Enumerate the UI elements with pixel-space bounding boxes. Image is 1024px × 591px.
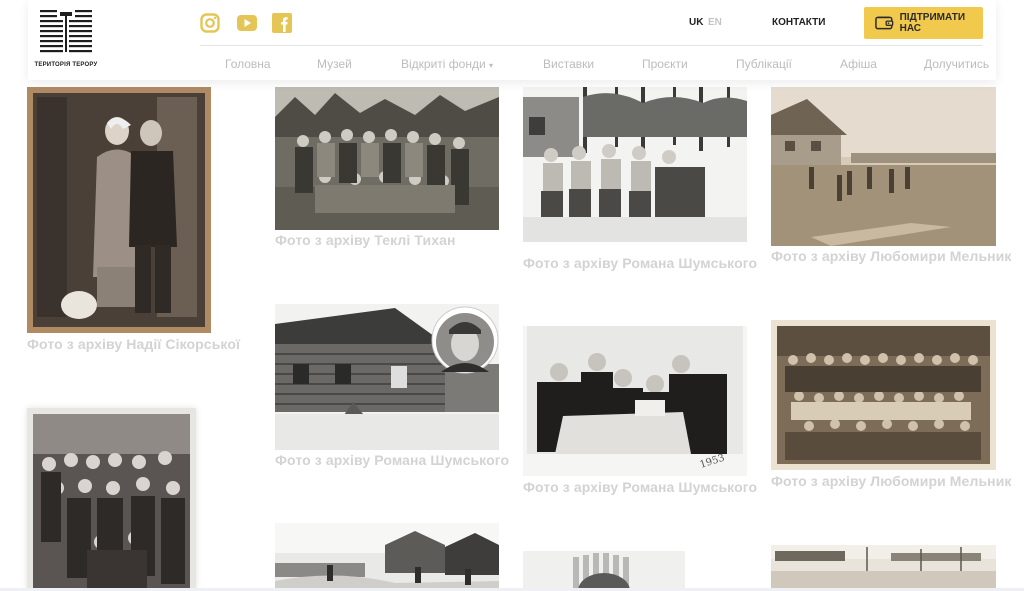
nav-item-open-funds-label: Відкриті фонди <box>401 57 486 71</box>
photo-caption: Фото з архіву Любомири Мельник <box>771 473 1012 489</box>
men-sitting-photo[interactable] <box>523 87 747 242</box>
youtube-icon[interactable] <box>236 13 258 33</box>
nav-item-projects[interactable]: Проєкти <box>642 57 688 71</box>
large-group-photo[interactable] <box>771 320 996 470</box>
wedding-portrait-photo[interactable] <box>27 87 211 333</box>
site-logo[interactable]: ТЕРИТОРІЯ ТЕРОРУ <box>35 8 97 72</box>
logo-text: ТЕРИТОРІЯ ТЕРОРУ <box>34 62 98 68</box>
lang-uk[interactable]: UK <box>689 17 703 28</box>
photo-caption: Фото з архіву Романа Шумського <box>523 479 758 495</box>
photo-caption: Фото з архіву Любомири Мельник <box>771 248 1012 264</box>
site-header: ТЕРИТОРІЯ ТЕРОРУ UK EN КОНТАКТИ ПІДТРИМА… <box>28 0 996 80</box>
photo-caption: Фото з архіву Надії Сікорської <box>27 336 241 352</box>
nav-item-museum[interactable]: Музей <box>317 57 352 71</box>
nav-item-publications[interactable]: Публікації <box>736 57 792 71</box>
instagram-icon[interactable] <box>200 13 220 33</box>
village-house-photo[interactable] <box>771 87 996 246</box>
nav-item-join[interactable]: Долучитись <box>924 57 989 71</box>
photo-caption: Фото з архіву Романа Шумського <box>523 255 758 271</box>
blurred-portrait-photo[interactable] <box>523 551 685 591</box>
header-divider <box>200 45 982 46</box>
facebook-icon[interactable] <box>272 13 292 33</box>
chevron-down-icon: ▾ <box>489 61 494 70</box>
territory-of-terror-logo-icon <box>40 8 92 56</box>
nav-item-home[interactable]: Головна <box>225 57 271 71</box>
group-of-women-photo[interactable] <box>27 408 196 591</box>
support-us-label: ПІДТРИМАТИ НАС <box>899 12 966 34</box>
wallet-icon <box>875 16 894 30</box>
nav-item-open-funds[interactable]: Відкриті фонди ▾ <box>401 57 493 71</box>
lang-en[interactable]: EN <box>708 17 722 28</box>
snowy-village-photo[interactable] <box>275 523 499 591</box>
contacts-link[interactable]: КОНТАКТИ <box>772 17 825 28</box>
photo-caption: Фото з архіву Романа Шумського <box>275 452 510 468</box>
support-us-button[interactable]: ПІДТРИМАТИ НАС <box>864 7 983 39</box>
settlement-photo[interactable] <box>771 545 996 591</box>
log-barracks-photo[interactable] <box>275 304 499 450</box>
men-reading-photo[interactable]: 1953 <box>523 326 747 476</box>
nav-item-exhibitions[interactable]: Виставки <box>543 57 594 71</box>
photo-caption: Фото з архіву Теклі Тихан <box>275 232 456 248</box>
group-in-forest-photo[interactable] <box>275 87 499 230</box>
nav-item-events[interactable]: Афіша <box>840 57 877 71</box>
